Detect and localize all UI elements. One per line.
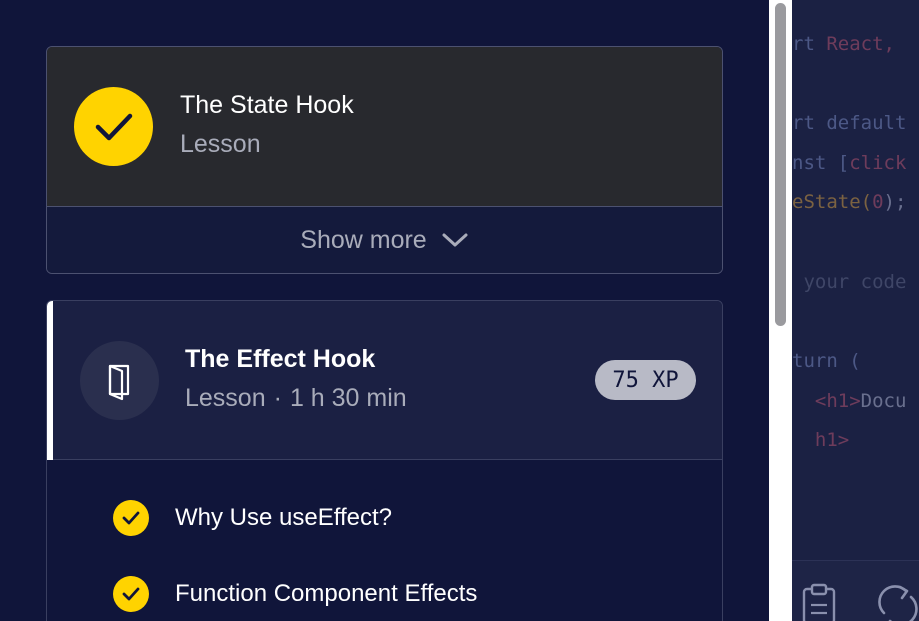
code-line: turn (	[792, 350, 861, 372]
lesson-type: Lesson	[180, 130, 261, 158]
lesson-meta: Lesson · 1 h 30 min	[185, 384, 407, 413]
lesson-item[interactable]: Function Component Effects	[113, 574, 477, 614]
completed-check-icon	[113, 500, 149, 536]
lesson-header-effect-hook[interactable]: The Effect Hook Lesson · 1 h 30 min 75 X…	[47, 301, 722, 460]
code-line: your code	[792, 271, 907, 293]
code-editor[interactable]: rt React, rt default nst [click eState(0…	[792, 0, 919, 621]
show-more-label: Show more	[300, 225, 427, 254]
lesson-card-state-hook: The State Hook Lesson Show more	[46, 46, 723, 274]
scrollbar-thumb[interactable]	[775, 3, 786, 326]
refresh-icon[interactable]	[876, 583, 918, 621]
lesson-card-effect-hook: The Effect Hook Lesson · 1 h 30 min 75 X…	[46, 300, 723, 621]
lesson-header-state-hook[interactable]: The State Hook Lesson	[47, 47, 722, 207]
checkmark-icon	[95, 113, 132, 140]
code-line: <h1>Docu	[792, 390, 907, 412]
code-line: eState(0);	[792, 191, 907, 213]
code-line: rt default	[792, 112, 907, 134]
meta-separator: ·	[273, 384, 282, 412]
completed-check-icon	[113, 576, 149, 612]
chevron-down-icon	[442, 233, 468, 247]
book-icon	[108, 364, 129, 400]
show-more-button[interactable]: Show more	[47, 207, 722, 273]
code-line: h1>	[792, 429, 850, 451]
lesson-item-label: Why Use useEffect?	[175, 504, 392, 531]
code-line: nst [click	[792, 152, 907, 174]
completed-check-icon	[74, 87, 153, 166]
checkmark-icon	[122, 587, 140, 601]
lesson-item-label: Function Component Effects	[175, 580, 478, 607]
editor-toolbar	[792, 560, 919, 621]
code-area[interactable]: rt React, rt default nst [click eState(0…	[792, 0, 919, 560]
lesson-title: The Effect Hook	[185, 345, 376, 373]
lesson-duration: 1 h 30 min	[289, 384, 407, 412]
active-lesson-indicator	[47, 301, 53, 460]
code-line: rt React,	[792, 33, 895, 55]
clipboard-icon[interactable]	[800, 583, 840, 621]
checkmark-icon	[122, 511, 140, 525]
xp-badge: 75 XP	[595, 360, 696, 400]
lesson-item[interactable]: Why Use useEffect?	[113, 498, 392, 538]
lesson-type: Lesson	[185, 384, 266, 412]
lesson-list-panel: The State Hook Lesson Show more The Effe…	[0, 0, 769, 621]
lesson-title: The State Hook	[180, 91, 354, 119]
scrollbar[interactable]	[769, 0, 792, 621]
lesson-icon-circle	[80, 341, 159, 420]
